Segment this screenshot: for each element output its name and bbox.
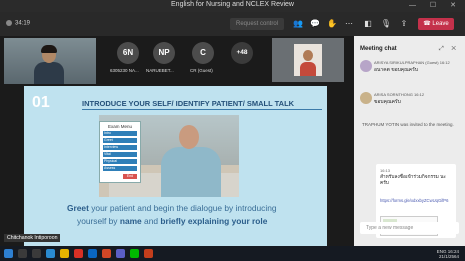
avatar (360, 92, 372, 104)
message-time: 16:13 (380, 168, 391, 173)
camera-off-icon[interactable]: ◧ (362, 18, 374, 30)
word-icon[interactable] (88, 249, 97, 258)
window-title: English for Nursing and NCLEX Review (171, 1, 294, 8)
patient-scene-image: Exam Menu Intro Greet Interview Vital Ph… (99, 115, 239, 197)
more-actions-icon[interactable]: ⋯ (343, 18, 355, 30)
meeting-timer: 34:19 (6, 20, 30, 27)
start-icon[interactable] (4, 249, 13, 258)
participant-name: CR (Guest) (190, 68, 213, 73)
video-frame (294, 44, 322, 76)
slide-body-line-2: yourself by name and briefly explaining … (77, 216, 268, 226)
exam-menu-item: Vital (103, 152, 137, 157)
shield-icon (6, 20, 12, 26)
chat-header: Meeting chat (360, 46, 397, 52)
teams-icon[interactable] (116, 249, 125, 258)
patient-head (179, 125, 199, 149)
chat-compose-input[interactable]: Type a new message (360, 222, 459, 234)
exam-menu-item: Physical (103, 159, 137, 164)
line-icon[interactable] (130, 249, 139, 258)
slide-number: 01 (32, 94, 50, 111)
avatar (360, 60, 372, 72)
end-exam-label: End Exam (123, 174, 137, 183)
task-view-icon[interactable] (32, 249, 41, 258)
powerpoint-icon[interactable] (102, 249, 111, 258)
message-meta: ARISA SORNTHONG 16:12 (374, 92, 425, 97)
share-tray-icon[interactable]: ⇪ (398, 18, 410, 30)
title-bar: English for Nursing and NCLEX Review — ☐… (0, 0, 465, 12)
slide-body-line-1: Greet your patient and begin the dialogu… (67, 203, 277, 213)
exam-menu-item: Interview (103, 145, 137, 150)
edge-icon[interactable] (46, 249, 55, 258)
message-meta: ARISYA SIRIKULPRAPHAN (Guest) 16:12 (374, 60, 450, 65)
message-text: ขอบคุณครับ (374, 99, 401, 105)
meeting-chat-panel: Meeting chat ⤢ ✕ ARISYA SIRIKULPRAPHAN (… (354, 36, 465, 246)
more-participants-badge[interactable]: +48 (231, 42, 253, 64)
file-explorer-icon[interactable] (60, 249, 69, 258)
shared-slide: 01 INTRODUCE YOUR SELF/ IDENTIFY PATIENT… (24, 86, 327, 246)
raise-hand-icon[interactable]: ✋ (326, 18, 338, 30)
person-body (34, 62, 64, 84)
system-tray[interactable]: ENG 16:24 21/1/2564 (437, 249, 459, 259)
message-link[interactable]: https://forms.gle/xdxxbyZCwUqGifP6 (380, 198, 452, 204)
taskbar: ENG 16:24 21/1/2564 (0, 246, 465, 261)
patient-body (161, 147, 221, 197)
exam-menu-item: Assess (103, 166, 137, 171)
exam-menu-title: Exam Menu (107, 124, 132, 129)
participant-avatar[interactable]: C (192, 42, 214, 64)
leave-button[interactable]: ☎ Leave (418, 18, 454, 30)
message-text: สำหรับลงชื่อเข้าร่วมกิจกรรม นะครับ (380, 175, 446, 186)
participant-avatar[interactable]: 6N (117, 42, 139, 64)
exam-menu-item: Intro (103, 131, 137, 136)
slide-heading: INTRODUCE YOUR SELF/ IDENTIFY PATIENT/ S… (82, 99, 295, 108)
heading-underline (82, 109, 322, 110)
exam-menu: Exam Menu Intro Greet Interview Vital Ph… (99, 121, 141, 183)
request-control-button[interactable]: Request control (230, 18, 284, 30)
participant-name: NARUEBET... (146, 68, 174, 73)
participant-name: 6305230 NA... (110, 68, 139, 73)
mic-off-icon[interactable]: 🎙 (380, 18, 392, 30)
presenter-name-label: Chitchanok Intiporoon (4, 234, 61, 242)
self-video-tile[interactable] (4, 38, 96, 84)
meeting-toolbar: 34:19 Request control 👥 💬 ✋ ⋯ ◧ 🎙 ⇪ ☎ Le… (0, 12, 465, 36)
app-icon[interactable] (144, 249, 153, 258)
person-head (303, 50, 313, 61)
person-hair (41, 45, 57, 53)
chrome-icon[interactable] (74, 249, 83, 258)
participants-icon[interactable]: 👥 (292, 18, 304, 30)
chat-icon[interactable]: 💬 (309, 18, 321, 30)
system-message: TRAPHUM YOTIN was invited to the meeting… (362, 122, 454, 127)
person-body (300, 62, 316, 76)
chat-header-icons[interactable]: ⤢ ✕ (439, 46, 459, 53)
participant-video-tile[interactable] (272, 38, 344, 82)
exam-menu-item: Greet (103, 138, 137, 143)
search-icon[interactable] (18, 249, 27, 258)
participant-avatar[interactable]: NP (153, 42, 175, 64)
message-text: อนาคต ขอบคุณครับ (374, 67, 418, 73)
window-controls[interactable]: — ☐ ✕ (409, 1, 462, 9)
